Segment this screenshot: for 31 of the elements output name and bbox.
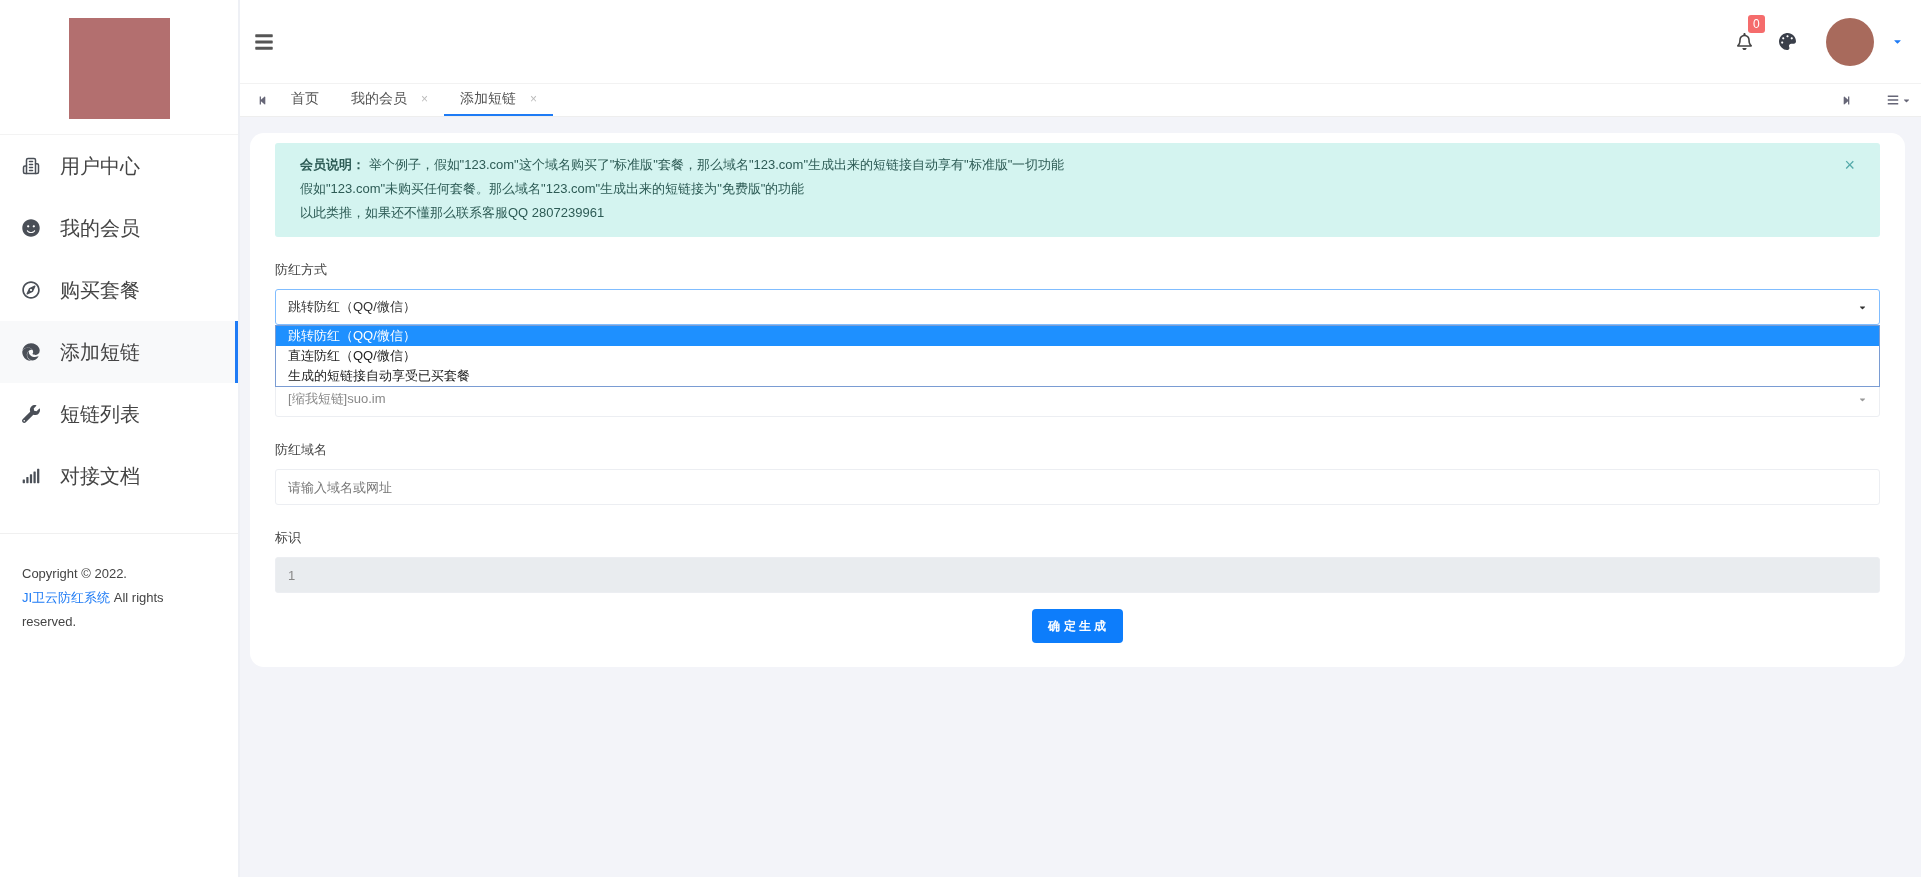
smiley-icon [22,219,40,237]
alert-text: 会员说明： 举个例子，假如"123.com"这个域名购买了"标准版"套餐，那么域名"123.com"生成出来的短链接自动享有"标准版"一切功能 [300,156,1066,174]
building-icon [22,157,40,175]
site-link[interactable]: JI卫云防红系统 [22,590,111,605]
wrench-icon [22,405,40,423]
sidebar-item[interactable]: 添加短链 [0,321,238,383]
copyright-text: Copyright © 2022. JI卫云防红系统 All rights reserved. [22,565,165,631]
sidebar-item[interactable]: 购买套餐 [0,259,238,321]
bell-icon[interactable] [1736,33,1753,50]
alert-text: 以此类推，如果还不懂那么联系客服QQ 2807239961 [300,204,606,222]
sidebar-item[interactable]: 短链列表 [0,383,238,445]
page-tab[interactable]: 我的会员 × [335,84,444,116]
submit-button[interactable]: 确 定 生 成 [1032,609,1123,643]
signal-bars-icon [22,467,40,485]
field-label: 防红方式 [275,261,328,279]
page-tab[interactable]: 首页 [275,84,335,116]
input-field[interactable]: 请输入域名或网址 [275,469,1880,505]
menu-icon[interactable] [254,31,274,52]
sidebar-item[interactable]: 我的会员 [0,197,238,259]
field-label: 防红域名 [275,441,328,459]
select-field[interactable]: 跳转防红（QQ/微信） [275,289,1880,325]
compass-icon [22,281,40,299]
alert-text: 假如"123.com"未购买任何套餐。那么域名"123.com"生成出来的短链接为"免费版"的功能 [300,180,806,198]
letter-e-icon [22,343,40,361]
page-tab[interactable]: 添加短链 × [444,84,554,116]
sidebar-item[interactable]: 用户中心 [0,135,238,197]
avatar-placeholder[interactable] [1826,17,1874,66]
field-label: 标识 [275,529,302,547]
palette-icon[interactable] [1779,33,1796,50]
notification-badge: 0 [1748,15,1765,33]
sidebar-item[interactable]: 对接文档 [0,445,238,507]
